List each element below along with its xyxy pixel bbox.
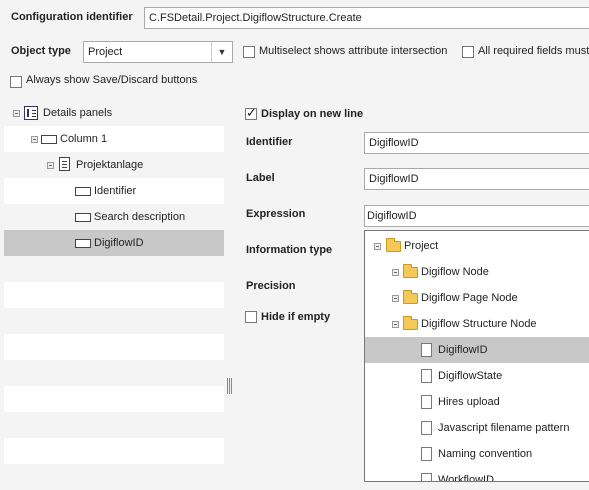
required-fields-label: All required fields must — [478, 45, 589, 57]
display-new-line-label: Display on new line — [261, 108, 364, 120]
folder-icon — [403, 316, 418, 330]
expr-tree-leaf[interactable]: Javascript filename pattern — [365, 415, 589, 441]
tree-item[interactable]: Search description — [4, 204, 224, 230]
object-type-label: Object type — [11, 45, 71, 57]
file-icon — [421, 395, 432, 409]
collapse-icon[interactable] — [31, 136, 38, 143]
tree-item-label: Search description — [94, 211, 186, 223]
expr-tree-leaf[interactable]: Hires upload — [365, 389, 589, 415]
expand-icon[interactable] — [392, 295, 399, 302]
expression-label: Expression — [246, 208, 306, 220]
expr-tree-leaf-label: DigiflowID — [438, 344, 488, 356]
tree-root-node[interactable]: Details panels — [4, 100, 224, 126]
expr-tree-leaf-label: Hires upload — [438, 396, 500, 408]
expr-tree-root-label: Project — [404, 240, 439, 252]
expression-tree-dropdown[interactable]: Project Digiflow Node Digiflow Page Node… — [364, 230, 589, 482]
tree-item[interactable]: Identifier — [4, 178, 224, 204]
expr-tree-node-label: Digiflow Structure Node — [421, 318, 537, 330]
collapse-icon[interactable] — [392, 321, 399, 328]
expr-tree-node[interactable]: Digiflow Structure Node — [365, 311, 589, 337]
file-icon — [421, 421, 432, 435]
file-icon — [421, 447, 432, 461]
multiselect-label: Multiselect shows attribute intersection — [259, 45, 448, 57]
tree-group-node[interactable]: Projektanlage — [4, 152, 224, 178]
display-new-line-checkbox[interactable]: ✓ — [245, 105, 257, 120]
field-icon — [75, 187, 91, 196]
collapse-icon[interactable] — [374, 243, 381, 250]
splitter-handle[interactable] — [227, 378, 232, 394]
tree-group-label: Projektanlage — [76, 159, 144, 171]
multiselect-checkbox[interactable] — [243, 46, 255, 58]
hide-if-empty-label: Hide if empty — [261, 311, 331, 323]
expr-tree-node[interactable]: Digiflow Node — [365, 259, 589, 285]
config-identifier-input[interactable]: C.FSDetail.Project.DigiflowStructure.Cre… — [144, 7, 589, 29]
expr-tree-leaf[interactable]: DigiflowState — [365, 363, 589, 389]
expr-tree-root[interactable]: Project — [365, 233, 589, 259]
expr-tree-node-label: Digiflow Page Node — [421, 292, 518, 304]
expr-tree-leaf-label: Naming convention — [438, 448, 533, 460]
column-icon — [41, 135, 57, 144]
file-icon — [421, 343, 432, 357]
file-icon — [421, 369, 432, 383]
tree-item-label: DigiflowID — [94, 237, 144, 249]
collapse-icon[interactable] — [13, 110, 20, 117]
expr-tree-leaf-selected[interactable]: DigiflowID — [365, 337, 589, 363]
always-show-checkbox[interactable] — [10, 76, 22, 88]
information-type-label: Information type — [246, 244, 333, 256]
folder-icon — [403, 264, 418, 278]
expression-input[interactable]: DigiflowID — [364, 205, 589, 227]
expr-tree-node-label: Digiflow Node — [421, 266, 489, 278]
object-type-select[interactable]: Project ▼ — [83, 41, 233, 63]
field-icon — [75, 213, 91, 222]
folder-icon — [386, 238, 401, 252]
label-label: Label — [246, 172, 275, 184]
tree-column-node[interactable]: Column 1 — [4, 126, 224, 152]
file-icon — [421, 473, 432, 481]
expand-icon[interactable] — [392, 269, 399, 276]
required-fields-checkbox[interactable] — [462, 46, 474, 58]
folder-icon — [403, 290, 418, 304]
tree-root-label: Details panels — [43, 107, 113, 119]
identifier-input[interactable]: DigiflowID — [364, 132, 589, 154]
identifier-label: Identifier — [246, 136, 293, 148]
chevron-down-icon[interactable]: ▼ — [211, 42, 232, 62]
config-identifier-label: Configuration identifier — [11, 11, 133, 23]
label-input[interactable]: DigiflowID — [364, 168, 589, 190]
expr-tree-leaf-label: Javascript filename pattern — [438, 422, 570, 434]
expr-tree-leaf[interactable]: Naming convention — [365, 441, 589, 467]
checkmark-icon: ✓ — [246, 105, 257, 120]
precision-label: Precision — [246, 280, 296, 292]
object-type-value: Project — [88, 46, 123, 58]
collapse-icon[interactable] — [47, 162, 54, 169]
expr-tree-node[interactable]: Digiflow Page Node — [365, 285, 589, 311]
group-icon — [59, 157, 70, 171]
tree-item-selected[interactable]: DigiflowID — [4, 230, 224, 256]
expr-tree-leaf-label: DigiflowState — [438, 370, 503, 382]
expr-tree-leaf[interactable]: WorkflowID — [365, 467, 589, 482]
details-panels-icon — [24, 106, 38, 120]
hide-if-empty-checkbox[interactable] — [245, 311, 257, 323]
field-icon — [75, 239, 91, 248]
expr-tree-leaf-label: WorkflowID — [438, 474, 495, 482]
tree-item-label: Identifier — [94, 185, 137, 197]
always-show-label: Always show Save/Discard buttons — [26, 74, 198, 86]
tree-column-label: Column 1 — [60, 133, 108, 145]
